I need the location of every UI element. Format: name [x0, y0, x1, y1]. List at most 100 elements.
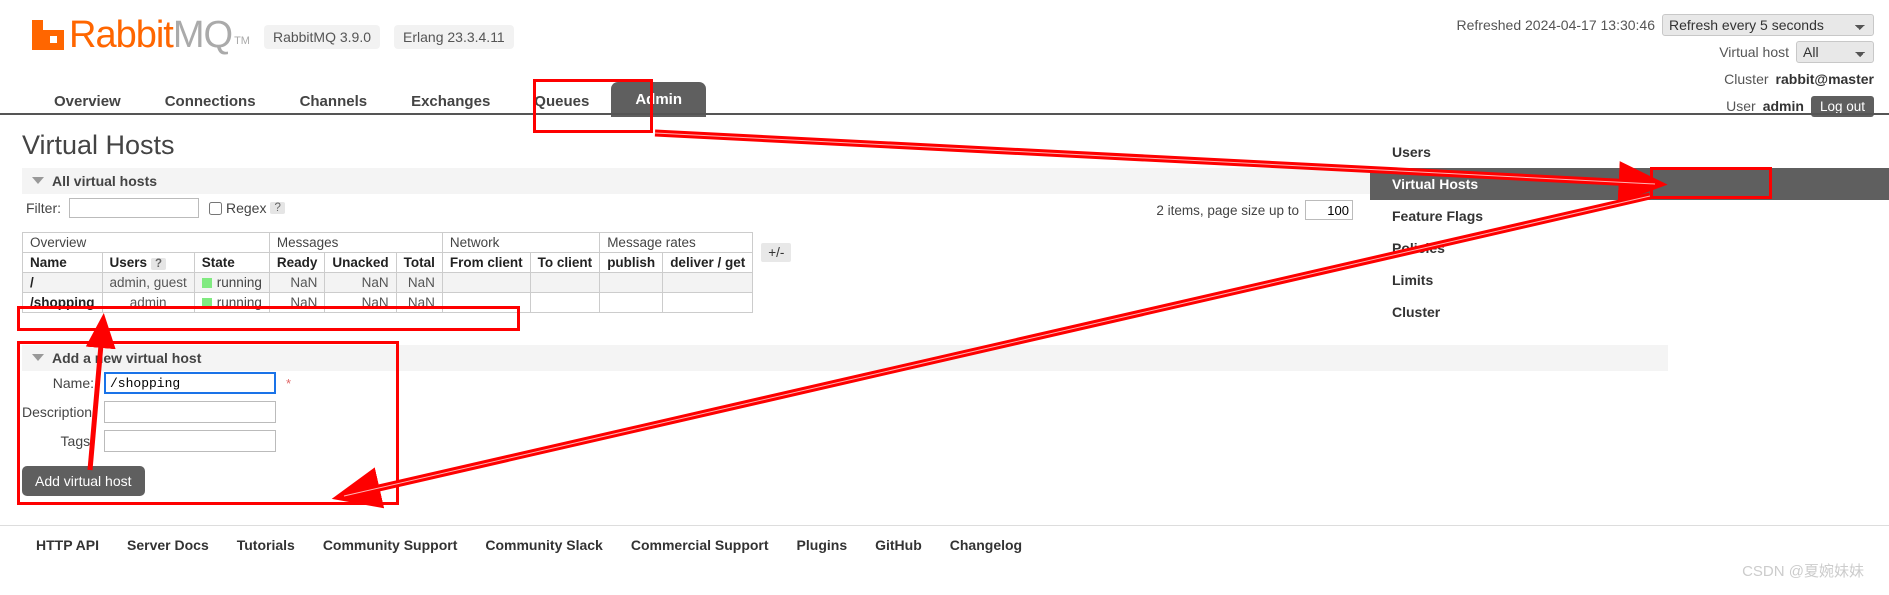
rabbitmq-version-badge: RabbitMQ 3.9.0 [263, 25, 381, 49]
footer-link-github[interactable]: GitHub [875, 537, 922, 553]
page-size-input[interactable] [1305, 200, 1353, 220]
table-column-header-row: Name Users? State Ready Unacked Total Fr… [22, 252, 799, 273]
row-spacer [752, 272, 799, 293]
column-header-unacked[interactable]: Unacked [324, 252, 397, 273]
add-virtual-host-form: Name: * Description: Tags: Add virtual h… [22, 372, 291, 496]
footer-link-community-support[interactable]: Community Support [323, 537, 458, 553]
row-state: running [193, 292, 270, 313]
rabbitmq-management-page: Rabbit MQ TM RabbitMQ 3.9.0 Erlang 23.3.4… [0, 0, 1889, 595]
description-field-label: Description: [22, 404, 96, 420]
footer-link-http-api[interactable]: HTTP API [36, 537, 99, 553]
collapse-caret-icon [32, 354, 44, 361]
row-deliver-get [662, 292, 754, 313]
group-header-overview: Overview [22, 232, 270, 253]
virtual-host-label: Virtual host [1719, 44, 1789, 60]
footer-link-commercial-support[interactable]: Commercial Support [631, 537, 769, 553]
add-virtual-host-button[interactable]: Add virtual host [22, 466, 145, 496]
form-row-tags: Tags: [22, 430, 291, 452]
cluster-name: rabbit@master [1775, 71, 1874, 87]
header-controls: Refreshed 2024-04-17 13:30:46 Refresh ev… [1457, 14, 1874, 122]
row-ready: NaN [268, 272, 326, 293]
erlang-version-badge: Erlang 23.3.4.11 [394, 25, 514, 49]
side-menu-item-virtual-hosts[interactable]: Virtual Hosts [1370, 168, 1889, 200]
column-header-from-client[interactable]: From client [441, 252, 531, 273]
tab-admin[interactable]: Admin [611, 82, 706, 117]
required-marker: * [286, 375, 292, 391]
pagination-info: 2 items, page size up to [1156, 200, 1353, 220]
column-header-ready[interactable]: Ready [268, 252, 326, 273]
column-header-to-client[interactable]: To client [529, 252, 601, 273]
users-help-icon[interactable]: ? [151, 258, 167, 270]
column-header-users-label: Users [109, 255, 148, 270]
page-title: Virtual Hosts [22, 130, 175, 160]
filter-row: Filter: Regex ? [26, 198, 285, 218]
side-menu-item-cluster[interactable]: Cluster [1370, 296, 1889, 328]
admin-side-menu: Users Virtual Hosts Feature Flags Polici… [1370, 136, 1889, 328]
row-name[interactable]: / [22, 272, 103, 293]
column-header-total[interactable]: Total [395, 252, 443, 273]
status-running-icon [201, 298, 212, 308]
main-nav-tabs: Overview Connections Channels Exchanges … [32, 82, 706, 117]
row-publish [599, 292, 664, 313]
filter-label: Filter: [26, 200, 61, 216]
row-users: admin [101, 292, 195, 313]
items-count-text: 2 items, page size up to [1156, 202, 1299, 218]
footer-link-community-slack[interactable]: Community Slack [485, 537, 602, 553]
brand-name-mq: MQ [172, 14, 233, 56]
name-input[interactable] [104, 372, 276, 394]
row-ready: NaN [268, 292, 326, 313]
refreshed-timestamp: Refreshed 2024-04-17 13:30:46 [1456, 17, 1655, 33]
user-name: admin [1762, 98, 1804, 114]
columns-toggle-button[interactable]: +/- [761, 243, 792, 262]
filter-input[interactable] [69, 198, 199, 218]
watermark: CSDN @夏婉妹妹 [1742, 563, 1864, 580]
footer-link-changelog[interactable]: Changelog [950, 537, 1022, 553]
add-virtual-host-label: Add a new virtual host [52, 350, 202, 366]
row-publish [599, 272, 664, 293]
table-row[interactable]: /shopping admin running NaN NaN NaN [22, 292, 799, 313]
refresh-interval-select[interactable]: Refresh every 5 seconds [1662, 14, 1874, 36]
group-header-message-rates: Message rates [599, 232, 754, 253]
regex-checkbox[interactable] [209, 201, 222, 215]
row-deliver-get [662, 272, 754, 293]
collapse-caret-icon [32, 177, 44, 184]
tags-input[interactable] [104, 430, 276, 452]
side-menu-item-users[interactable]: Users [1370, 136, 1889, 168]
side-menu-item-limits[interactable]: Limits [1370, 264, 1889, 296]
virtual-host-select[interactable]: All [1796, 41, 1874, 63]
column-header-deliver-get[interactable]: deliver / get [662, 252, 754, 273]
cluster-label: Cluster [1724, 71, 1769, 87]
footer-link-server-docs[interactable]: Server Docs [127, 537, 209, 553]
column-header-name[interactable]: Name [22, 252, 103, 273]
all-virtual-hosts-label: All virtual hosts [52, 173, 158, 189]
rabbitmq-logo-icon [32, 18, 66, 52]
row-name[interactable]: /shopping [22, 292, 103, 313]
add-virtual-host-section-header[interactable]: Add a new virtual host [22, 345, 1668, 371]
description-input[interactable] [104, 401, 276, 423]
table-row[interactable]: / admin, guest running NaN NaN NaN [22, 272, 799, 293]
row-unacked: NaN [324, 272, 397, 293]
side-menu-item-feature-flags[interactable]: Feature Flags [1370, 200, 1889, 232]
group-header-network: Network [441, 232, 601, 253]
form-row-name: Name: * [22, 372, 291, 394]
regex-help-icon[interactable]: ? [270, 202, 285, 214]
row-state: running [193, 272, 270, 293]
footer-links: HTTP API Server Docs Tutorials Community… [0, 537, 1889, 553]
tags-field-label: Tags: [60, 433, 94, 449]
table-group-header-row: Overview Messages Network Message rates … [22, 232, 799, 273]
side-menu-item-policies[interactable]: Policies [1370, 232, 1889, 264]
status-running-icon [201, 278, 212, 288]
column-header-publish[interactable]: publish [599, 252, 664, 273]
brand-logo[interactable]: Rabbit MQ TM RabbitMQ 3.9.0 Erlang 23.3.4… [32, 14, 514, 56]
row-from-client [441, 272, 531, 293]
row-unacked: NaN [324, 292, 397, 313]
row-state-label: running [216, 295, 262, 310]
group-header-messages: Messages [268, 232, 443, 253]
column-header-state[interactable]: State [193, 252, 270, 273]
regex-label: Regex [226, 200, 267, 216]
column-header-users[interactable]: Users? [101, 252, 195, 273]
footer-link-tutorials[interactable]: Tutorials [237, 537, 295, 553]
virtual-hosts-table: Overview Messages Network Message rates … [22, 232, 799, 313]
row-to-client [529, 272, 601, 293]
footer-link-plugins[interactable]: Plugins [797, 537, 848, 553]
